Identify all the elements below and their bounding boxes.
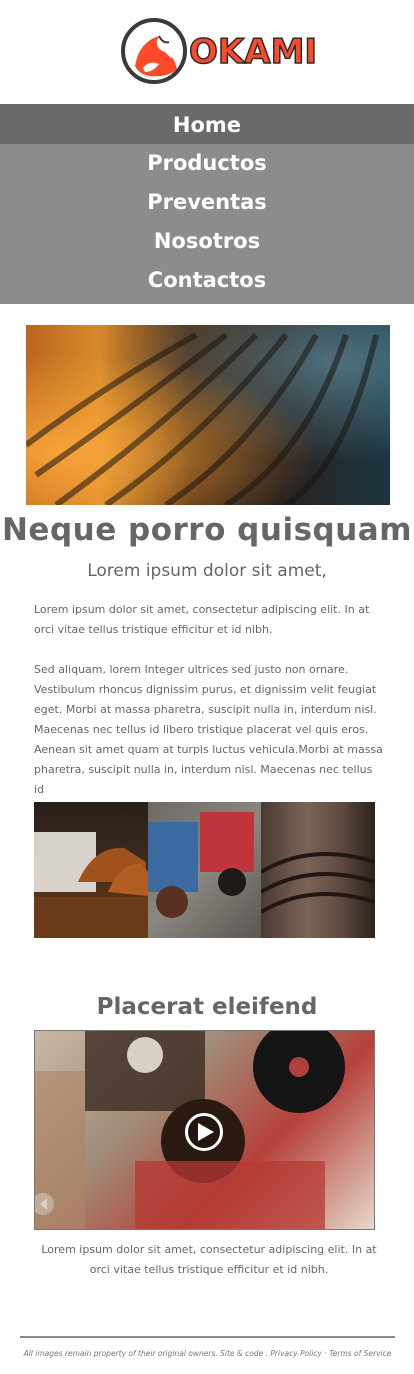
page-subtitle: Lorem ipsum dolor sit amet, <box>87 561 327 581</box>
nav-item-contactos[interactable]: Contactos <box>0 261 414 300</box>
nav-item-nosotros[interactable]: Nosotros <box>0 222 414 261</box>
gallery-image-shoes[interactable] <box>34 802 148 938</box>
nav-item-preventas[interactable]: Preventas <box>0 183 414 222</box>
fox-logo-icon <box>121 18 187 84</box>
intro-paragraph: Lorem ipsum dolor sit amet, consectetur … <box>34 603 370 636</box>
logo-wordmark: OKAMI <box>188 31 318 73</box>
site-header: OKAMI <box>0 0 414 104</box>
video-caption: Lorem ipsum dolor sit amet, consectetur … <box>41 1243 377 1276</box>
video-player[interactable] <box>34 1030 375 1230</box>
hero-image-clothes-rack <box>26 325 390 505</box>
play-button[interactable] <box>185 1113 223 1151</box>
image-gallery <box>34 802 376 938</box>
video-section-title: Placerat eleifend <box>96 994 318 1020</box>
footer-copyright: All images remain property of their orig… <box>23 1349 269 1358</box>
site-logo[interactable]: OKAMI <box>121 18 318 86</box>
terms-of-service-link[interactable]: Terms of Service <box>329 1349 391 1358</box>
nav-item-productos[interactable]: Productos <box>0 144 414 183</box>
site-footer: All images remain property of their orig… <box>20 1349 395 1358</box>
nav-item-home[interactable]: Home <box>0 104 414 144</box>
hanger-lines <box>26 332 379 505</box>
previous-arrow-icon[interactable] <box>35 1191 55 1217</box>
footer-separator: · <box>324 1349 327 1358</box>
gallery-image-people-plaid[interactable] <box>147 802 262 938</box>
page-title: Neque porro quisquam <box>1 512 413 548</box>
play-icon <box>198 1123 214 1141</box>
privacy-policy-link[interactable]: Privacy Policy <box>270 1349 322 1358</box>
gallery-image-hangers[interactable] <box>261 802 376 938</box>
footer-divider <box>20 1336 395 1338</box>
main-nav: Home Productos Preventas Nosotros Contac… <box>0 104 414 304</box>
body-paragraph: Sed aliquam, lorem Integer ultrices sed … <box>34 663 383 796</box>
